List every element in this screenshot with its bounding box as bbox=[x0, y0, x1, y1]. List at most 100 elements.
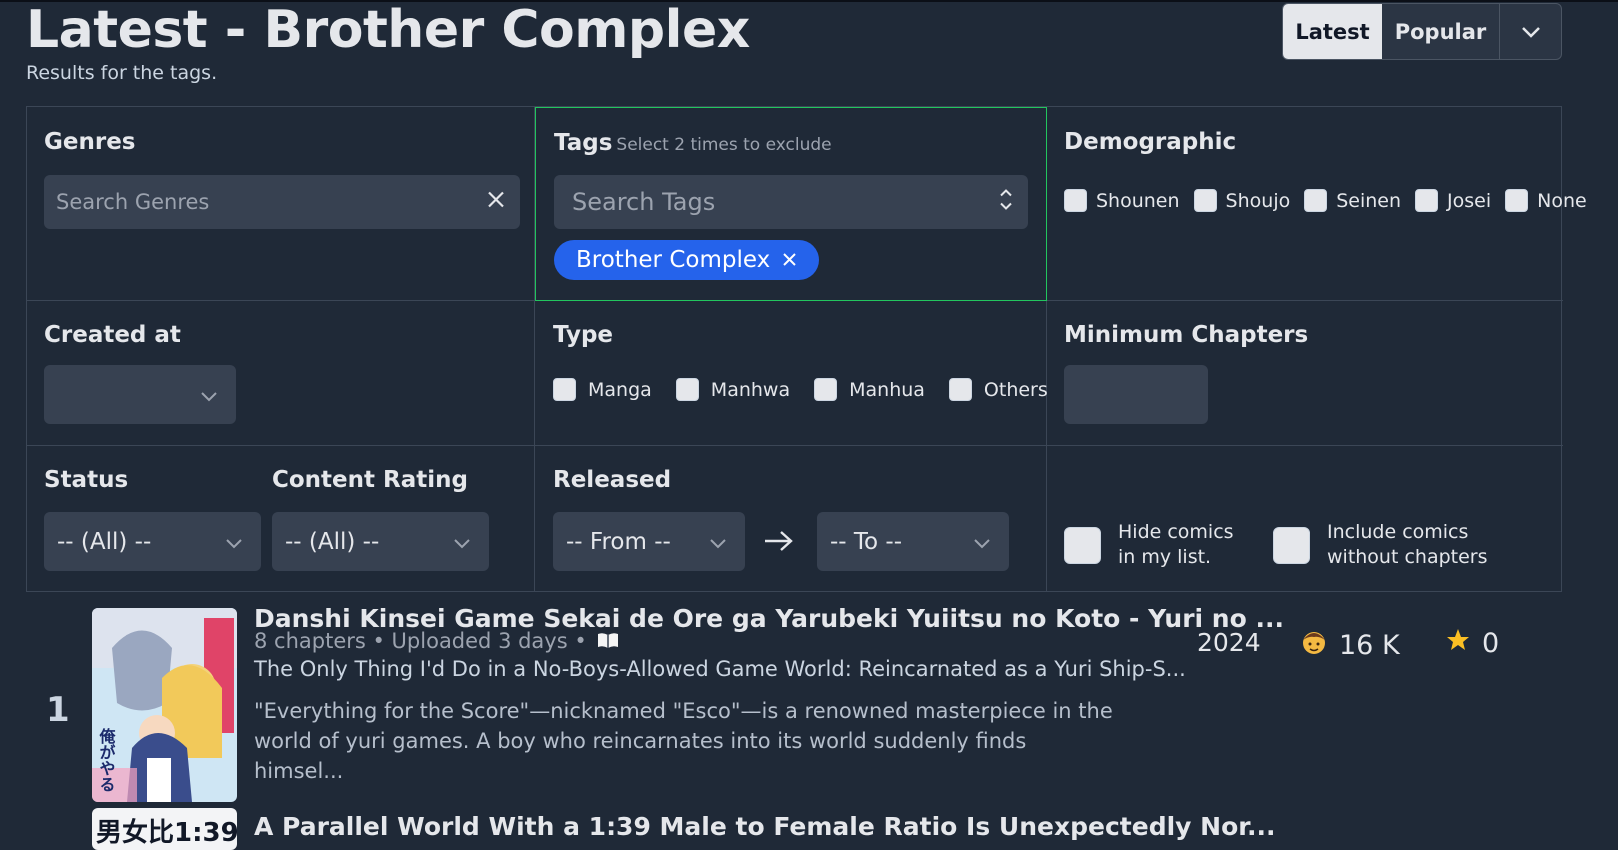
updown-icon bbox=[998, 187, 1014, 218]
min-chapters-cell: Minimum Chapters bbox=[1047, 301, 1563, 446]
remove-tag-icon[interactable] bbox=[782, 248, 797, 272]
min-chapters-field[interactable] bbox=[1064, 365, 1208, 424]
result-meta: 8 chapters • Uploaded 3 days • bbox=[254, 629, 619, 654]
result-rank: 1 bbox=[46, 690, 70, 730]
content-rating-select[interactable]: -- (All) -- bbox=[272, 512, 489, 571]
status-rating-cell: Status -- (All) -- Content Rating -- (Al… bbox=[27, 446, 535, 591]
checkbox[interactable] bbox=[553, 378, 576, 401]
type-manga[interactable]: Manga bbox=[553, 378, 652, 401]
include-without-chapters-label: Include comics without chapters bbox=[1327, 521, 1488, 568]
released-to-value: -- To -- bbox=[830, 528, 903, 555]
result-item[interactable]: 1 俺がやる Danshi Kinsei Game Sekai de Ore g… bbox=[26, 604, 1562, 802]
option-label: Manhua bbox=[849, 378, 925, 401]
page-title: Latest - Brother Complex bbox=[26, 0, 750, 60]
created-at-select[interactable] bbox=[44, 365, 236, 424]
hide-in-list-label: Hide comics in my list. bbox=[1118, 521, 1234, 568]
checkbox[interactable] bbox=[1064, 526, 1101, 564]
type-manhwa[interactable]: Manhwa bbox=[675, 378, 791, 401]
demographic-title: Demographic bbox=[1064, 129, 1237, 155]
extra-options-cell: Hide comics in my list. Include comics w… bbox=[1047, 446, 1563, 591]
option-label: Seinen bbox=[1336, 189, 1402, 212]
genres-title: Genres bbox=[44, 129, 136, 155]
result-follows: 16 K bbox=[1301, 628, 1400, 663]
svg-text:俺がやる: 俺がやる bbox=[97, 727, 117, 792]
chevron-down-icon bbox=[453, 529, 471, 555]
status-select[interactable]: -- (All) -- bbox=[44, 512, 261, 571]
book-icon bbox=[597, 630, 619, 654]
result-description: "Everything for the Score"—nicknamed "Es… bbox=[254, 699, 1113, 783]
cover-image[interactable]: 男女比1:39 bbox=[92, 808, 237, 850]
follows-count: 16 K bbox=[1339, 630, 1400, 661]
checkbox[interactable] bbox=[1505, 189, 1529, 212]
tags-title-text: Tags bbox=[554, 130, 613, 156]
result-meta-text: 8 chapters • Uploaded 3 days • bbox=[254, 629, 587, 653]
checkbox[interactable] bbox=[814, 378, 838, 401]
sort-latest-button[interactable]: Latest bbox=[1283, 4, 1382, 59]
include-without-chapters-option[interactable]: Include comics without chapters bbox=[1273, 520, 1542, 570]
option-label: Manhwa bbox=[710, 378, 791, 401]
released-cell: Released -- From -- -- To -- bbox=[535, 446, 1047, 591]
created-at-title: Created at bbox=[44, 322, 181, 348]
tags-title: Tags Select 2 times to exclude bbox=[554, 130, 832, 156]
option-label: Others bbox=[983, 378, 1048, 401]
type-others[interactable]: Others bbox=[948, 378, 1048, 401]
option-label: Shoujo bbox=[1225, 189, 1291, 212]
type-title: Type bbox=[553, 322, 614, 348]
hide-in-list-option[interactable]: Hide comics in my list. bbox=[1064, 520, 1253, 570]
option-label: None bbox=[1537, 189, 1587, 212]
checkbox[interactable] bbox=[675, 378, 699, 401]
genres-cell: Genres bbox=[27, 107, 535, 301]
checkbox[interactable] bbox=[1304, 189, 1328, 212]
checkbox[interactable] bbox=[1193, 189, 1217, 212]
result-rating: 0 bbox=[1446, 628, 1499, 659]
released-from-select[interactable]: -- From -- bbox=[553, 512, 745, 571]
genres-search-input[interactable] bbox=[56, 190, 508, 214]
demographic-seinen[interactable]: Seinen bbox=[1304, 189, 1401, 212]
result-year: 2024 bbox=[1197, 628, 1261, 657]
type-cell: Type Manga Manhwa Manhua Others bbox=[535, 301, 1048, 446]
checkbox[interactable] bbox=[1064, 189, 1087, 212]
chevron-down-icon bbox=[1521, 26, 1540, 38]
demographic-options: Shounen Shoujo Seinen Josei None bbox=[1064, 189, 1587, 212]
page-subtitle: Results for the tags. bbox=[26, 62, 218, 84]
option-label: Shounen bbox=[1096, 189, 1180, 212]
min-chapters-input[interactable] bbox=[1076, 382, 1196, 407]
tag-chip-label: Brother Complex bbox=[576, 247, 771, 273]
demographic-josei[interactable]: Josei bbox=[1415, 189, 1491, 212]
option-label: Josei bbox=[1447, 189, 1492, 212]
tags-cell: TagsSelect 2 times to exclude Brother Co… bbox=[535, 107, 1047, 301]
sort-popular-button[interactable]: Popular bbox=[1382, 4, 1500, 59]
tags-hint: Select 2 times to exclude bbox=[616, 135, 832, 155]
person-icon bbox=[1301, 628, 1327, 663]
demographic-none[interactable]: None bbox=[1505, 189, 1587, 212]
chevron-down-icon bbox=[973, 529, 991, 555]
rating-value: 0 bbox=[1482, 628, 1500, 659]
tags-search-field[interactable] bbox=[554, 175, 1028, 229]
option-label: Manga bbox=[588, 378, 652, 401]
chevron-down-icon bbox=[709, 529, 727, 555]
released-title: Released bbox=[553, 467, 672, 493]
demographic-shoujo[interactable]: Shoujo bbox=[1193, 189, 1291, 212]
cover-image[interactable]: 俺がやる bbox=[92, 608, 237, 802]
result-alt-title: The Only Thing I'd Do in a No-Boys-Allow… bbox=[254, 657, 1186, 681]
content-rating-title: Content Rating bbox=[272, 467, 468, 493]
checkbox[interactable] bbox=[1273, 526, 1310, 564]
star-icon bbox=[1446, 628, 1470, 659]
created-at-cell: Created at bbox=[27, 301, 535, 446]
checkbox[interactable] bbox=[948, 378, 972, 401]
tags-search-input[interactable] bbox=[566, 188, 1016, 216]
type-manhua[interactable]: Manhua bbox=[814, 378, 925, 401]
sort-more-button[interactable] bbox=[1500, 4, 1561, 59]
cover-text: 男女比1:39 bbox=[96, 818, 237, 848]
released-to-select[interactable]: -- To -- bbox=[817, 512, 1009, 571]
tag-chip-brother-complex[interactable]: Brother Complex bbox=[554, 240, 820, 280]
clear-icon[interactable] bbox=[486, 190, 506, 215]
status-value: -- (All) -- bbox=[57, 528, 152, 555]
checkbox[interactable] bbox=[1415, 189, 1439, 212]
result-title[interactable]: A Parallel World With a 1:39 Male to Fem… bbox=[254, 812, 1276, 841]
result-item[interactable]: 男女比1:39 A Parallel World With a 1:39 Mal… bbox=[26, 808, 1562, 850]
demographic-shounen[interactable]: Shounen bbox=[1064, 189, 1180, 212]
arrow-right-icon bbox=[763, 529, 795, 557]
chevron-down-icon bbox=[225, 529, 243, 555]
genres-search-field[interactable] bbox=[44, 175, 520, 229]
